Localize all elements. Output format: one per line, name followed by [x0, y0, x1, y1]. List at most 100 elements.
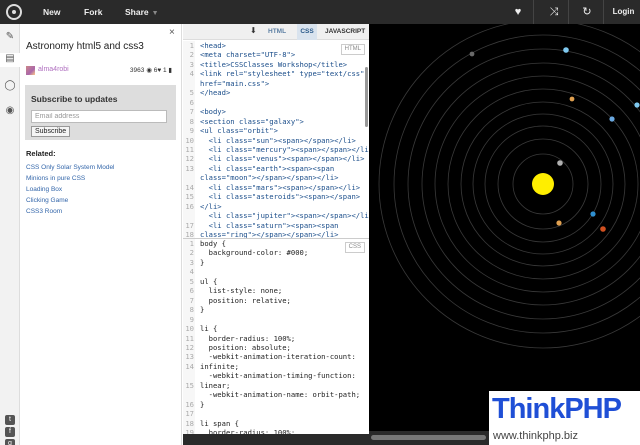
- sun-planet: [532, 173, 554, 195]
- line-numbers: 1 2 3 4 5 6 7 8 9 10 11 12 13 14 15 16 1…: [183, 41, 195, 238]
- refresh-icon[interactable]: ↻: [572, 0, 602, 24]
- mercury-planet: [557, 160, 563, 166]
- code-line: <li class="mars"><span></span></li>: [200, 182, 361, 192]
- css-code[interactable]: body { background-color: #000;} ul { lis…: [200, 239, 360, 434]
- code-line: }: [200, 257, 205, 267]
- earth-planet: [590, 211, 596, 217]
- thinkphp-watermark: ThinkPHP www.thinkphp.biz: [489, 391, 640, 445]
- twitter-icon[interactable]: t: [5, 415, 15, 425]
- avatar[interactable]: [26, 66, 35, 75]
- views-count: 3963: [129, 67, 145, 74]
- code-line: <li class="sun"><span></span></li>: [200, 135, 356, 145]
- css-pane-label: CSS: [344, 242, 365, 253]
- heart-icon[interactable]: ♥: [503, 0, 533, 24]
- code-line: <li class="mercury"><span></span></li>: [200, 144, 369, 154]
- comment-small-icon: ▮: [168, 67, 172, 74]
- tab-html[interactable]: HTML: [268, 24, 286, 40]
- code-line: }: [200, 399, 205, 409]
- code-line: list-style: none;: [200, 286, 283, 296]
- code-line: <title>CSSClasses Workshop</title>: [200, 59, 348, 69]
- related-link[interactable]: CSS Only Solar System Model: [26, 162, 115, 173]
- html-scrollbar[interactable]: [365, 67, 368, 127]
- orbit-rings: [378, 24, 640, 349]
- code-line: li {: [200, 324, 218, 334]
- code-line: li span {: [200, 418, 239, 428]
- related-link[interactable]: Minions in pure CSS: [26, 173, 115, 184]
- related-link[interactable]: CSS3 Room: [26, 206, 115, 217]
- share-button[interactable]: Share ▼: [125, 0, 159, 24]
- code-line: -webkit-animation-name: orbit-path;: [200, 390, 361, 400]
- author-row: alma4robi 3963 ◉ 6♥ 1 ▮: [26, 66, 176, 78]
- divider: [603, 0, 604, 24]
- code-line: <ul class="orbit">: [200, 126, 278, 136]
- editor-bottom-bar: [183, 434, 369, 445]
- pen-title: Astronomy html5 and css3: [26, 41, 144, 52]
- scrollbar-thumb[interactable]: [371, 435, 486, 440]
- facebook-icon[interactable]: f: [5, 427, 15, 437]
- close-icon[interactable]: ×: [169, 27, 175, 38]
- code-line: <section class="galaxy">: [200, 116, 304, 126]
- comments-count: 1: [162, 67, 167, 74]
- comments-icon[interactable]: ◯: [4, 80, 16, 92]
- shuffle-icon[interactable]: ⤨: [539, 0, 569, 24]
- new-button[interactable]: New: [43, 0, 60, 24]
- wrench-icon[interactable]: ✎: [4, 31, 16, 43]
- lightbulb-icon[interactable]: ◉: [4, 105, 16, 117]
- related-link[interactable]: Loading Box: [26, 184, 115, 195]
- code-line: position: absolute;: [200, 342, 291, 352]
- solar-system: [378, 24, 640, 349]
- uranus-planet: [609, 116, 615, 122]
- planets: [469, 47, 640, 232]
- google-plus-icon[interactable]: g: [5, 439, 15, 445]
- eye-icon: ◉: [146, 67, 152, 74]
- code-editor: ⬇ HTML CSS JAVASCRIPT 1 2 3 4 5 6 7 8 9 …: [183, 24, 369, 445]
- code-line: </head>: [200, 88, 231, 98]
- top-toolbar: New Fork Share ▼ ♥ ⤨ ↻ Login: [0, 0, 640, 24]
- code-line: body {: [200, 239, 226, 248]
- code-line: <li class="jupiter"><span></span></li>: [200, 211, 369, 221]
- code-line: -webkit-animation-timing-function:: [200, 371, 356, 381]
- tab-css[interactable]: CSS: [297, 24, 317, 40]
- chevron-down-icon: ▼: [151, 10, 159, 17]
- orbit-ring: [393, 34, 640, 334]
- tab-javascript[interactable]: JAVASCRIPT: [325, 24, 365, 40]
- layout-arrow-icon[interactable]: ⬇: [250, 26, 257, 35]
- code-line: -webkit-animation-iteration-count:: [200, 352, 356, 362]
- orbit-ring: [421, 62, 640, 306]
- code-line: <li class="earth"><span><span: [200, 163, 335, 173]
- jupiter-planet: [569, 96, 575, 102]
- html-code[interactable]: <head> <meta charset="UTF-8"> <title>CSSCl…: [200, 41, 369, 238]
- subscribe-title: Subscribe to updates: [31, 94, 118, 104]
- saturn-planet: [563, 47, 569, 53]
- code-line: background-color: #000;: [200, 248, 309, 258]
- related-link[interactable]: Clicking Game: [26, 195, 115, 206]
- logo-icon[interactable]: [6, 4, 22, 20]
- code-line: </li>: [200, 201, 222, 211]
- css-pane[interactable]: 1 2 3 4 5 6 7 8 9 10 11 12 13 14 15 16 1…: [183, 238, 369, 434]
- orbit-ring: [407, 48, 640, 320]
- document-icon[interactable]: ▤: [0, 53, 20, 67]
- divider: [533, 0, 534, 24]
- code-line: <li class="saturn"><span><span: [200, 220, 339, 230]
- login-button[interactable]: Login: [607, 0, 640, 24]
- code-line: href="main.css">: [200, 78, 270, 88]
- venus-planet: [556, 220, 562, 226]
- code-line: linear;: [200, 380, 231, 390]
- watermark-logo: ThinkPHP: [492, 393, 622, 426]
- watermark-brand-a: Think: [492, 393, 565, 425]
- watermark-brand-b: PHP: [564, 393, 622, 425]
- share-label: Share: [125, 7, 149, 17]
- editor-tabs: ⬇ HTML CSS JAVASCRIPT: [183, 24, 369, 40]
- author-link[interactable]: alma4robi: [38, 66, 69, 73]
- heart-small-icon: ♥: [157, 67, 162, 74]
- line-numbers: 1 2 3 4 5 6 7 8 9 10 11 12 13 14 15 16 1…: [183, 239, 195, 434]
- code-line: }: [200, 305, 205, 315]
- subscribe-button[interactable]: Subscribe: [31, 126, 71, 137]
- related-list: CSS Only Solar System Model Minions in p…: [26, 162, 115, 217]
- mars-planet: [600, 226, 606, 232]
- fork-button[interactable]: Fork: [84, 0, 102, 24]
- subscribe-box: Subscribe to updates Subscribe: [25, 85, 176, 140]
- email-field[interactable]: [31, 110, 167, 123]
- html-pane[interactable]: 1 2 3 4 5 6 7 8 9 10 11 12 13 14 15 16 1…: [183, 41, 369, 238]
